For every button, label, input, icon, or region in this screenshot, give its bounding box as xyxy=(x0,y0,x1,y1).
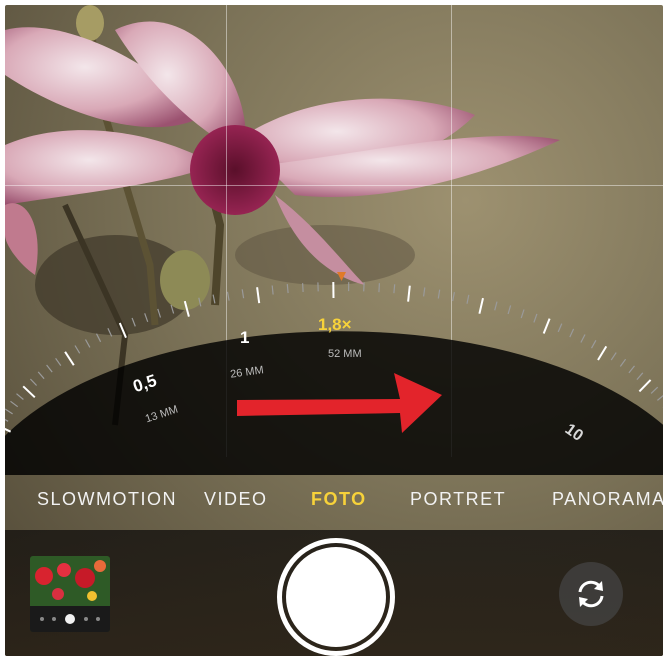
shutter-button-inner[interactable] xyxy=(286,547,386,647)
mode-video[interactable]: VIDEO xyxy=(204,489,268,510)
mode-slowmotion[interactable]: SLOWMOTION xyxy=(37,489,177,510)
thumbnail-image xyxy=(30,556,110,632)
mode-foto[interactable]: FOTO xyxy=(311,489,367,510)
camera-flip-icon xyxy=(578,580,604,608)
mode-portret[interactable]: PORTRET xyxy=(410,489,506,510)
annotation-arrow xyxy=(237,373,442,433)
photo-thumbnail[interactable] xyxy=(30,556,110,632)
camera-flip-button[interactable] xyxy=(559,562,623,626)
mode-selector[interactable]: SLOWMOTION VIDEO FOTO PORTRET PANORAMA xyxy=(5,483,663,519)
mode-panorama[interactable]: PANORAMA xyxy=(552,489,663,510)
